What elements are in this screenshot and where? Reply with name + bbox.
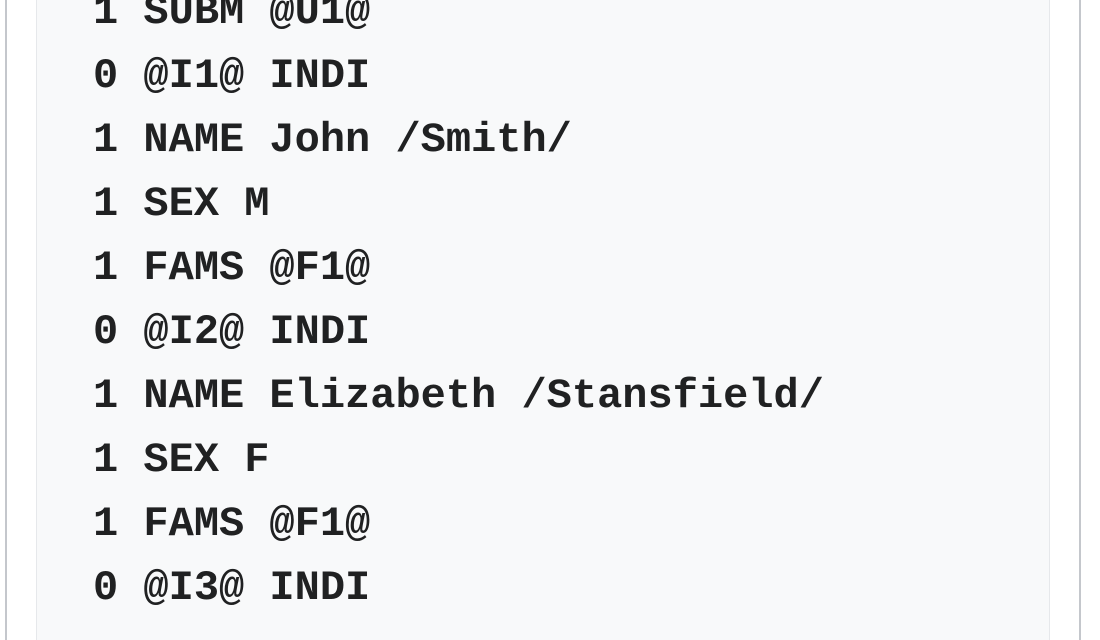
- content-frame: 1 SUBM @U1@ 0 @I1@ INDI 1 NAME John /Smith…: [5, 0, 1081, 640]
- code-line-fams-i2: 1 FAMS @F1@: [93, 500, 371, 548]
- code-lines: 1 SUBM @U1@ 0 @I1@ INDI 1 NAME John /Smith…: [93, 0, 824, 620]
- code-line-indi-i3: 0 @I3@ INDI: [93, 564, 371, 612]
- code-line-name-elizabeth: 1 NAME Elizabeth /Stansfield/: [93, 372, 824, 420]
- gedcom-code-block: 1 SUBM @U1@ 0 @I1@ INDI 1 NAME John /Smith…: [36, 0, 1050, 640]
- code-line-sex-f: 1 SEX F: [93, 436, 270, 484]
- code-line-fams-i1: 1 FAMS @F1@: [93, 244, 371, 292]
- code-line-indi-i1: 0 @I1@ INDI: [93, 52, 371, 100]
- code-line-subm: 1 SUBM @U1@: [93, 0, 371, 36]
- code-line-name-john: 1 NAME John /Smith/: [93, 116, 572, 164]
- code-line-sex-m: 1 SEX M: [93, 180, 270, 228]
- code-line-indi-i2: 0 @I2@ INDI: [93, 308, 371, 356]
